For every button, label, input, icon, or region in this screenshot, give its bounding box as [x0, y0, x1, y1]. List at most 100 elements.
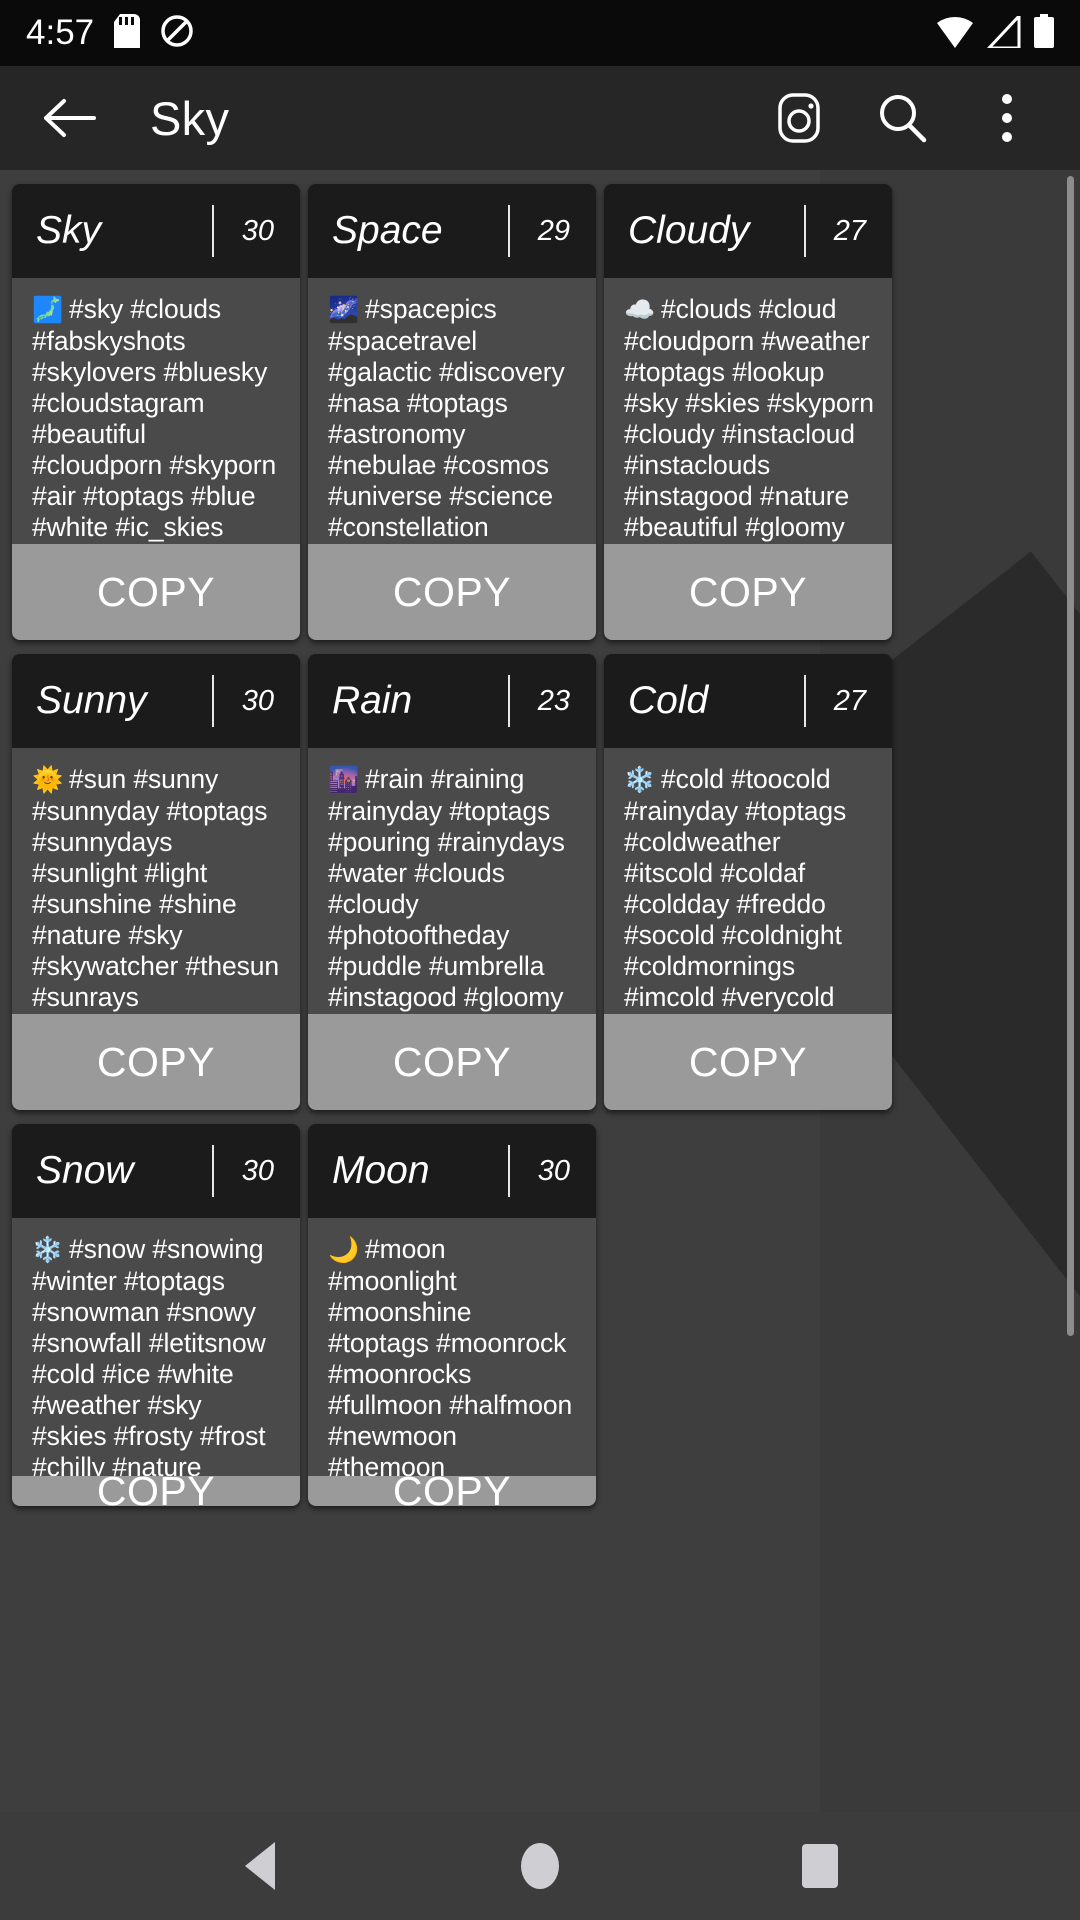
- hashtag-card[interactable]: Snow 30 ❄️ #snow #snowing #winter #toptag…: [12, 1124, 300, 1506]
- copy-button[interactable]: COPY: [604, 1014, 892, 1110]
- card-title: Sky: [36, 209, 102, 252]
- card-header: Rain 23: [308, 654, 596, 748]
- scrollbar-thumb[interactable]: [1067, 176, 1074, 1336]
- card-tags: 🌆 #rain #raining #rainyday #toptags #pour…: [328, 764, 578, 1014]
- card-count: 27: [833, 684, 866, 717]
- card-count: 29: [537, 214, 570, 247]
- card-header: Cloudy 27: [604, 184, 892, 278]
- app-bar: Sky: [0, 66, 1080, 170]
- copy-button[interactable]: COPY: [12, 1014, 300, 1110]
- copy-button[interactable]: COPY: [12, 544, 300, 640]
- status-clock: 4:57: [26, 13, 95, 52]
- hashtag-card[interactable]: Rain 23 🌆 #rain #raining #rainyday #topta…: [308, 654, 596, 1110]
- phone-screen: 4:57 Sky Sky 30 🗾 #sky #clouds #fabskysh…: [0, 0, 1080, 1920]
- card-body: 🌌 #spacepics #spacetravel #galactic #disc…: [308, 278, 596, 544]
- hashtag-card[interactable]: Moon 30 🌙 #moon #moonlight #moonshine #to…: [308, 1124, 596, 1506]
- status-bar: 4:57: [0, 0, 1080, 66]
- card-body: ❄️ #cold #toocold #rainyday #toptags #col…: [604, 748, 892, 1014]
- nav-recents-button[interactable]: [775, 1821, 865, 1911]
- copy-button[interactable]: COPY: [308, 1468, 596, 1506]
- back-triangle-icon: [245, 1842, 275, 1890]
- card-tags-text: #snow #snowing #winter #toptags #snowman…: [32, 1234, 266, 1476]
- card-divider: [804, 205, 806, 257]
- nav-back-button[interactable]: [215, 1821, 305, 1911]
- card-emoji: ❄️: [624, 766, 656, 794]
- card-emoji: 🗾: [32, 296, 64, 324]
- sd-card-icon: [114, 13, 141, 53]
- do-not-disturb-icon: [160, 14, 194, 53]
- card-title: Snow: [36, 1149, 134, 1192]
- copy-button[interactable]: COPY: [604, 544, 892, 640]
- card-emoji: 🌙: [328, 1236, 360, 1264]
- hashtag-card[interactable]: Sky 30 🗾 #sky #clouds #fabskyshots #skylo…: [12, 184, 300, 640]
- card-body: 🌆 #rain #raining #rainyday #toptags #pour…: [308, 748, 596, 1014]
- card-count: 30: [241, 1154, 274, 1187]
- cellular-signal-icon: [985, 11, 1021, 53]
- card-tags: 🗾 #sky #clouds #fabskyshots #skylovers #b…: [32, 294, 282, 544]
- card-count: 27: [833, 214, 866, 247]
- card-tags-text: #sky #clouds #fabskyshots #skylovers #bl…: [32, 294, 277, 544]
- content-area: Sky 30 🗾 #sky #clouds #fabskyshots #skylo…: [0, 170, 1080, 1812]
- nav-home-button[interactable]: [495, 1821, 585, 1911]
- card-tags: ☁️ #clouds #cloud #cloudporn #weather #to…: [624, 294, 874, 544]
- card-divider: [508, 1145, 510, 1197]
- wifi-icon: [936, 16, 974, 53]
- card-emoji: ☁️: [624, 296, 656, 324]
- copy-button[interactable]: COPY: [12, 1468, 300, 1506]
- hashtag-card[interactable]: Sunny 30 🌞 #sun #sunny #sunnyday #toptags…: [12, 654, 300, 1110]
- navigation-bar: [0, 1812, 1080, 1920]
- card-tags: ❄️ #snow #snowing #winter #toptags #snowm…: [32, 1234, 282, 1476]
- card-emoji: 🌞: [32, 766, 64, 794]
- card-emoji: 🌌: [328, 296, 360, 324]
- card-title: Cold: [628, 679, 709, 722]
- back-arrow-icon[interactable]: [40, 88, 100, 148]
- card-count: 30: [241, 214, 274, 247]
- status-bar-left: 4:57: [26, 13, 194, 53]
- app-bar-actions: [770, 89, 1046, 147]
- instagram-icon[interactable]: [770, 89, 828, 147]
- search-icon[interactable]: [874, 89, 932, 147]
- card-tags: 🌙 #moon #moonlight #moonshine #toptags #m…: [328, 1234, 578, 1476]
- card-header: Moon 30: [308, 1124, 596, 1218]
- card-divider: [508, 675, 510, 727]
- card-header: Snow 30: [12, 1124, 300, 1218]
- card-header: Sky 30: [12, 184, 300, 278]
- card-title: Space: [332, 209, 443, 252]
- card-header: Sunny 30: [12, 654, 300, 748]
- card-count: 23: [537, 684, 570, 717]
- overflow-menu-icon[interactable]: [978, 89, 1036, 147]
- card-grid: Sky 30 🗾 #sky #clouds #fabskyshots #skylo…: [12, 184, 892, 1506]
- card-grid-scroll[interactable]: Sky 30 🗾 #sky #clouds #fabskyshots #skylo…: [0, 170, 1080, 1812]
- card-title: Rain: [332, 679, 413, 722]
- card-tags-text: #sun #sunny #sunnyday #toptags #sunnyday…: [32, 764, 280, 1014]
- card-tags: 🌞 #sun #sunny #sunnyday #toptags #sunnyda…: [32, 764, 282, 1014]
- copy-button[interactable]: COPY: [308, 544, 596, 640]
- copy-button[interactable]: COPY: [308, 1014, 596, 1110]
- home-circle-icon: [521, 1843, 559, 1889]
- recents-square-icon: [802, 1844, 838, 1888]
- hashtag-card[interactable]: Space 29 🌌 #spacepics #spacetravel #galac…: [308, 184, 596, 640]
- card-tags-text: #spacepics #spacetravel #galactic #disco…: [328, 294, 565, 544]
- card-count: 30: [537, 1154, 570, 1187]
- card-body: ☁️ #clouds #cloud #cloudporn #weather #to…: [604, 278, 892, 544]
- card-header: Cold 27: [604, 654, 892, 748]
- card-divider: [212, 675, 214, 727]
- card-count: 30: [241, 684, 274, 717]
- card-divider: [212, 205, 214, 257]
- card-title: Cloudy: [628, 209, 750, 252]
- page-title: Sky: [150, 91, 230, 145]
- card-body: ❄️ #snow #snowing #winter #toptags #snowm…: [12, 1218, 300, 1476]
- hashtag-card[interactable]: Cold 27 ❄️ #cold #toocold #rainyday #topt…: [604, 654, 892, 1110]
- card-body: 🗾 #sky #clouds #fabskyshots #skylovers #b…: [12, 278, 300, 544]
- card-emoji: ❄️: [32, 1236, 64, 1264]
- card-divider: [212, 1145, 214, 1197]
- card-tags-text: #moon #moonlight #moonshine #toptags #mo…: [328, 1234, 573, 1476]
- card-tags: 🌌 #spacepics #spacetravel #galactic #disc…: [328, 294, 578, 544]
- card-title: Sunny: [36, 679, 147, 722]
- card-header: Space 29: [308, 184, 596, 278]
- card-tags-text: #rain #raining #rainyday #toptags #pouri…: [328, 764, 565, 1014]
- card-body: 🌙 #moon #moonlight #moonshine #toptags #m…: [308, 1218, 596, 1476]
- card-divider: [804, 675, 806, 727]
- status-bar-right: [936, 11, 1054, 53]
- hashtag-card[interactable]: Cloudy 27 ☁️ #clouds #cloud #cloudporn #w…: [604, 184, 892, 640]
